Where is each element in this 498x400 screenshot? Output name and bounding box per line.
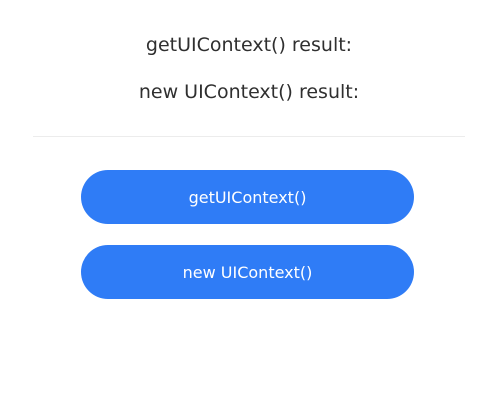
get-uicontext-result-text: getUIContext() result:	[145, 34, 353, 56]
divider	[33, 136, 465, 137]
get-uicontext-button[interactable]: getUIContext()	[81, 170, 414, 224]
new-uicontext-button[interactable]: new UIContext()	[81, 245, 414, 299]
app-screen: getUIContext() result: new UIContext() r…	[0, 0, 498, 400]
new-uicontext-result-text: new UIContext() result:	[138, 81, 360, 103]
